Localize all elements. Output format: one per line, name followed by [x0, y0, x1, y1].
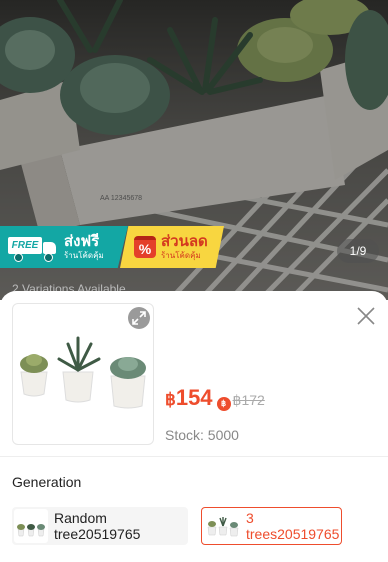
original-price: ฿172 — [232, 392, 265, 408]
price-row: ฿ 154 ฿ ฿172 — [165, 385, 265, 411]
variation-group-label: Generation — [12, 474, 82, 490]
discount-title: ส่วนลด — [161, 233, 208, 250]
variation-option-3-trees[interactable]: 3 trees20519765 — [201, 507, 342, 545]
variation-bottom-sheet: ฿ 154 ฿ ฿172 Stock: 5000 Generation Rand… — [0, 291, 388, 562]
product-photo[interactable]: AA 12345678 FREE ส่งฟรี ร้านโค้ดคุ้ม % ส… — [0, 0, 388, 300]
selected-variation-image[interactable] — [12, 303, 154, 445]
option-thumbnail — [14, 509, 48, 543]
promo-banner: FREE ส่งฟรี ร้านโค้ดคุ้ม % ส่วนลด ร้านโค… — [0, 226, 232, 268]
current-price: 154 — [175, 385, 213, 410]
image-counter: 1/9 — [337, 239, 379, 263]
close-icon[interactable] — [353, 303, 379, 329]
truck-icon: FREE — [8, 234, 58, 262]
expand-icon[interactable] — [128, 307, 150, 329]
free-ship-title: ส่งฟรี — [64, 233, 100, 250]
variation-option-label: Random tree20519765 — [54, 510, 141, 542]
variation-option-label: 3 trees20519765 — [246, 510, 340, 542]
free-ship-sub: ร้านโค้ดคุ้ม — [64, 251, 104, 260]
currency-symbol: ฿ — [165, 390, 176, 409]
free-shipping-badge: FREE ส่งฟรี ร้านโค้ดคุ้ม — [0, 226, 128, 268]
coins-badge-icon: ฿ — [216, 397, 231, 411]
divider — [0, 456, 388, 457]
discount-sub: ร้านโค้ดคุ้ม — [161, 251, 201, 260]
variation-option-random-tree[interactable]: Random tree20519765 — [12, 507, 188, 545]
free-badge-text: FREE — [8, 237, 42, 254]
discount-badge: % ส่วนลด ร้านโค้ดคุ้ม — [120, 226, 224, 268]
option-thumbnail — [206, 509, 240, 543]
stock-text: Stock: 5000 — [165, 427, 239, 443]
discount-tag-icon: % — [134, 236, 156, 258]
